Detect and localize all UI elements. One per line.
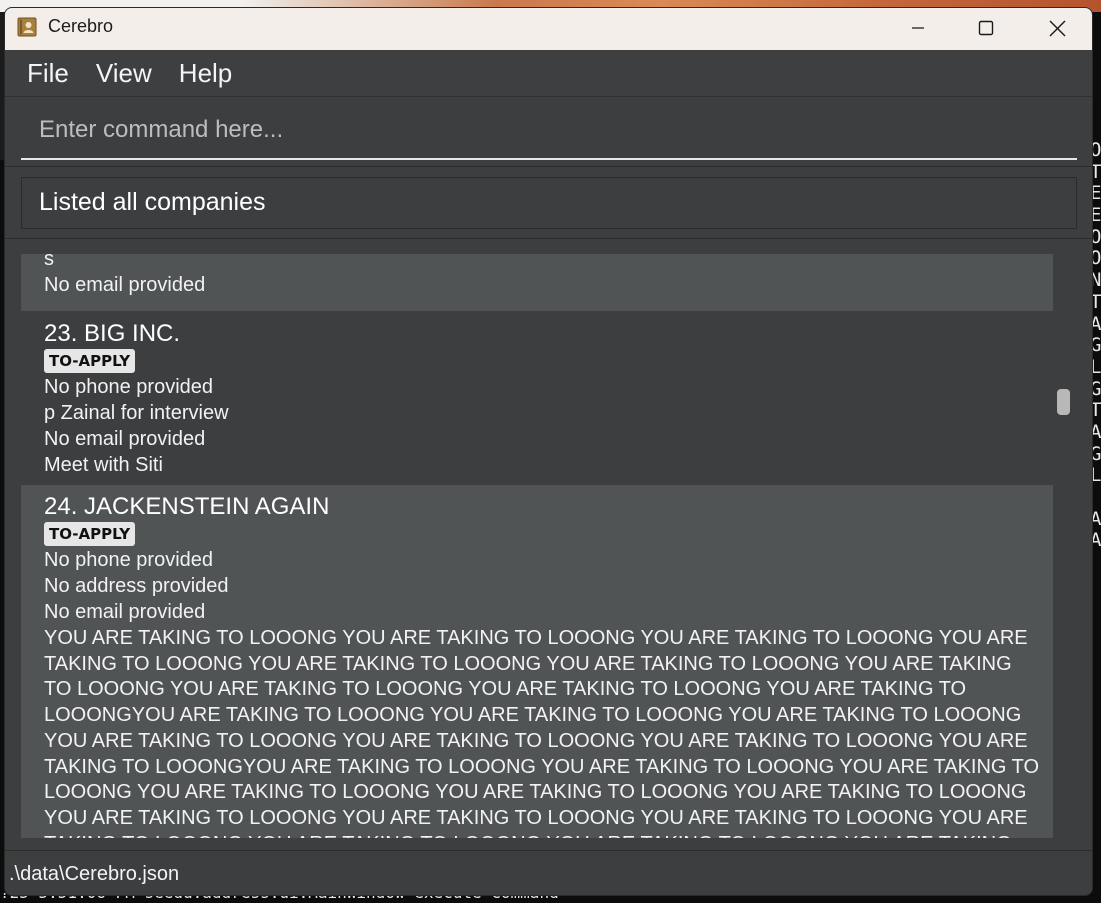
- status-tag: TO-APPLY: [44, 522, 136, 546]
- contacts-book-icon: [17, 17, 37, 37]
- close-button[interactable]: [1024, 8, 1090, 48]
- app-window: Cerebro File View Help Listed all compan…: [4, 7, 1093, 896]
- company-name: 24. JACKENSTEIN AGAIN: [44, 493, 330, 520]
- divider: [5, 166, 1092, 167]
- status-tag: TO-APPLY: [44, 349, 136, 373]
- result-display: Listed all companies: [21, 177, 1077, 229]
- minimize-icon: [912, 27, 924, 29]
- company-email: No email provided: [44, 428, 206, 450]
- menu-bar: File View Help: [5, 50, 1092, 96]
- menu-file[interactable]: File: [27, 58, 69, 89]
- title-bar[interactable]: Cerebro: [5, 8, 1092, 50]
- command-box: [21, 102, 1079, 160]
- divider: [5, 238, 1092, 239]
- command-input[interactable]: [21, 102, 1079, 158]
- company-card[interactable]: 23. BIG INC. TO-APPLY No phone provided …: [21, 311, 1053, 485]
- window-title: Cerebro: [48, 16, 114, 36]
- scrollbar-track[interactable]: [1053, 254, 1077, 838]
- company-phone: No phone provided: [44, 549, 214, 571]
- company-email: No email provided: [44, 274, 206, 296]
- menu-view[interactable]: View: [96, 58, 152, 89]
- company-card[interactable]: 24. JACKENSTEIN AGAIN TO-APPLY No phone …: [21, 485, 1053, 838]
- divider: [5, 96, 1092, 97]
- status-bar: .\data\Cerebro.json: [5, 851, 1092, 895]
- result-message: Listed all companies: [39, 188, 266, 216]
- company-card[interactable]: s No email provided: [21, 254, 1053, 311]
- company-address: No address provided: [44, 575, 229, 597]
- maximize-icon: [978, 20, 994, 36]
- close-icon: [1049, 20, 1065, 36]
- company-phone: No phone provided: [44, 376, 214, 398]
- company-list[interactable]: s No email provided 23. BIG INC. TO-APPL…: [21, 254, 1053, 838]
- save-file-path: .\data\Cerebro.json: [9, 863, 180, 885]
- company-address: s: [44, 254, 54, 270]
- company-address: p Zainal for interview: [44, 402, 229, 424]
- company-remark: YOU ARE TAKING TO LOOONG YOU ARE TAKING …: [44, 627, 1040, 838]
- maximize-button[interactable]: [953, 8, 1019, 48]
- minimize-button[interactable]: [885, 8, 951, 48]
- company-email: No email provided: [44, 601, 206, 623]
- company-remark: Meet with Siti: [44, 454, 163, 476]
- company-name: 23. BIG INC.: [44, 320, 181, 347]
- menu-help[interactable]: Help: [179, 58, 232, 89]
- scrollbar-thumb[interactable]: [1057, 389, 1070, 415]
